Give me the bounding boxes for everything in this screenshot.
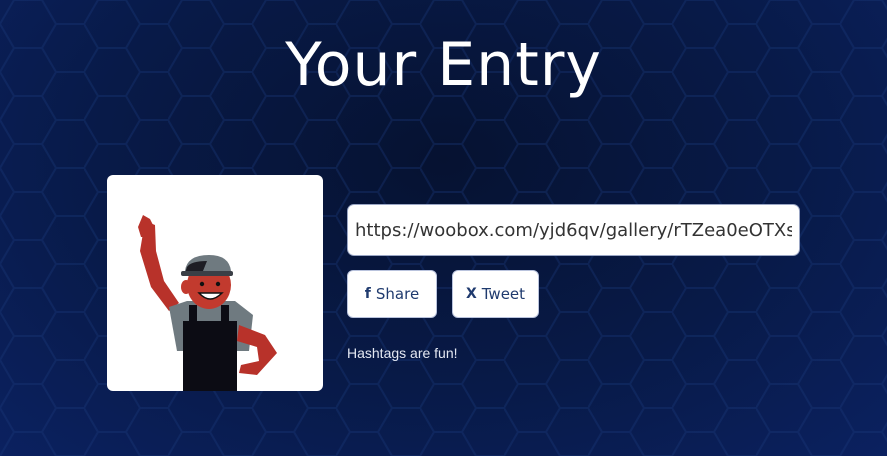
tweet-button[interactable]: X Tweet — [452, 270, 539, 318]
tweet-button-label: Tweet — [481, 285, 526, 303]
page-title: Your Entry — [285, 30, 602, 100]
entry-url-field[interactable] — [347, 204, 800, 256]
waving-worker-illustration — [138, 215, 277, 391]
hashtag-note: Hashtags are fun! — [347, 345, 458, 361]
facebook-share-button[interactable]: f Share — [347, 270, 437, 318]
share-button-label: Share — [375, 285, 420, 303]
entry-image — [107, 175, 323, 391]
facebook-icon: f — [364, 286, 371, 302]
x-icon: X — [465, 286, 477, 302]
